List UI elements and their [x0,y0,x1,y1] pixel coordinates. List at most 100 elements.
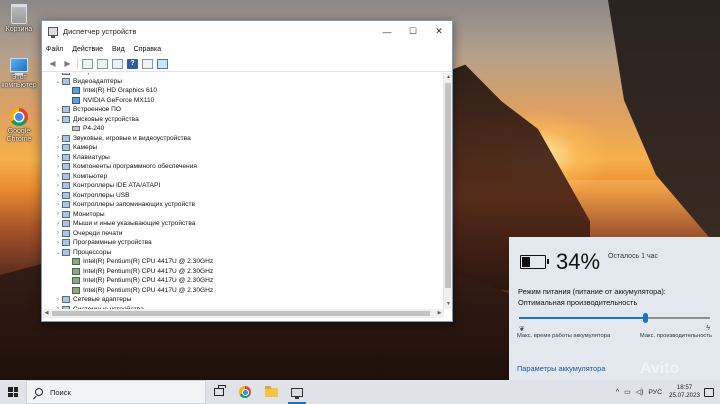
device-category[interactable]: › Контроллеры IDE ATA/ATAPI [42,181,442,191]
device-icon [72,286,80,294]
device-label: Батареи [73,73,98,75]
expand-chevron-icon[interactable]: › [54,297,62,303]
driver-icon[interactable] [142,58,153,69]
volume-icon[interactable]: ◁) [636,388,644,396]
help-icon[interactable]: ? [127,58,138,69]
show-hidden-icons-chevron-icon[interactable]: ^ [616,389,619,396]
device-category[interactable]: ⌄ Видеоадаптеры [42,77,442,87]
device-item[interactable]: Intel(R) Pentium(R) CPU 4417U @ 2.30GHz [42,257,442,267]
device-label: Intel(R) Pentium(R) CPU 4417U @ 2.30GHz [83,258,214,266]
forward-arrow-icon[interactable]: ▶ [62,59,73,69]
device-icon [62,134,70,142]
device-category[interactable]: › Звуковые, игровые и видеоустройства [42,134,442,144]
device-item[interactable]: Intel(R) Pentium(R) CPU 4417U @ 2.30GHz [42,267,442,277]
device-category[interactable]: › Компьютер [42,172,442,182]
device-category[interactable]: › Программные устройства [42,238,442,248]
device-category[interactable]: › Очереди печати [42,229,442,239]
expand-chevron-icon[interactable]: › [54,221,62,227]
device-category[interactable]: › Компоненты программного обеспечения [42,162,442,172]
device-icon [62,201,70,209]
device-label: Клавиатуры [73,153,110,161]
expand-chevron-icon[interactable]: › [54,173,62,179]
folder-icon [264,385,278,397]
expand-chevron-icon[interactable]: › [54,202,62,208]
scroll-left-icon[interactable]: ◀ [42,309,51,318]
title-bar[interactable]: Диспетчер устройств — ☐ ✕ [42,21,452,42]
expand-chevron-icon[interactable]: › [54,145,62,151]
device-label: Компоненты программного обеспечения [73,163,197,171]
device-category[interactable]: › Контроллеры запоминающих устройств [42,200,442,210]
device-category[interactable]: › Сетевые адаптеры [42,295,442,305]
show-hide-tree-icon[interactable] [82,58,93,69]
device-icon [72,126,80,132]
scrollbar-thumb[interactable] [52,311,430,316]
device-item[interactable]: P4-240 [42,124,442,134]
window-title: Диспетчер устройств [63,27,137,36]
clock[interactable]: 18:57 25.07.2023 [669,384,700,400]
minimize-button[interactable]: — [374,21,400,42]
device-label: Мыши и иные указывающие устройства [73,220,196,228]
device-item[interactable]: Intel(R) Pentium(R) CPU 4417U @ 2.30GHz [42,276,442,286]
expand-chevron-icon[interactable]: › [54,73,62,75]
device-item[interactable]: Intel(R) HD Graphics 610 [42,86,442,96]
expand-chevron-icon[interactable]: › [54,135,62,141]
expand-chevron-icon[interactable]: › [54,230,62,236]
device-item[interactable]: NVIDIA GeForce MX110 [42,96,442,106]
device-category[interactable]: ⌄ Процессоры [42,248,442,258]
device-category[interactable]: ⌄ Дисковые устройства [42,115,442,125]
expand-chevron-icon[interactable]: › [54,240,62,246]
slider-handle[interactable] [643,313,649,323]
taskbar-chrome[interactable] [232,380,258,404]
taskbar-search[interactable]: Поиск [26,380,206,404]
desktop-icon-recycle-bin[interactable]: Корзина [0,4,38,34]
menu-file[interactable]: Файл [46,46,63,53]
desktop-icon-chrome[interactable]: Google Chrome [0,108,38,144]
menu-bar: Файл Действие Вид Справка [42,42,452,56]
scroll-up-icon[interactable]: ▲ [444,73,453,82]
expand-chevron-icon[interactable]: ⌄ [54,249,62,256]
expand-chevron-icon[interactable]: › [54,183,62,189]
device-category[interactable]: › Камеры [42,143,442,153]
expand-chevron-icon[interactable]: › [54,164,62,170]
device-item[interactable]: Intel(R) Pentium(R) CPU 4417U @ 2.30GHz [42,286,442,296]
desktop-icon-this-pc[interactable]: Этот компьютер [0,58,38,90]
scroll-down-icon[interactable]: ▼ [444,300,453,309]
desktop-icon-label: Google Chrome [6,128,32,143]
expand-chevron-icon[interactable]: › [54,154,62,160]
horizontal-scrollbar[interactable]: ◀ ▶ [42,309,444,318]
expand-chevron-icon[interactable]: ⌄ [54,78,62,85]
scroll-right-icon[interactable]: ▶ [435,309,444,318]
task-view-button[interactable] [206,380,232,404]
device-category[interactable]: › Клавиатуры [42,153,442,163]
network-icon[interactable]: ▭ [624,388,631,396]
power-mode-label: Режим питания (питание от аккумулятора): [518,287,666,296]
vertical-scrollbar[interactable]: ▲ ▼ [443,73,452,309]
device-category[interactable]: › Мыши и иные указывающие устройства [42,219,442,229]
taskbar-file-explorer[interactable] [258,380,284,404]
menu-help[interactable]: Справка [134,46,161,53]
expand-chevron-icon[interactable]: › [54,211,62,217]
device-category[interactable]: › Контроллеры USB [42,191,442,201]
menu-action[interactable]: Действие [72,46,103,53]
list-view-icon[interactable] [97,58,108,69]
start-button[interactable] [0,380,26,404]
device-category[interactable]: › Встроенное ПО [42,105,442,115]
scrollbar-thumb[interactable] [445,83,451,288]
device-category[interactable]: › Мониторы [42,210,442,220]
expand-chevron-icon[interactable]: › [54,107,62,113]
power-mode-slider[interactable] [519,313,710,323]
device-label: Очереди печати [73,229,123,237]
back-arrow-icon[interactable]: ◀ [47,59,58,69]
scan-hardware-icon[interactable] [157,58,168,69]
properties-icon[interactable] [112,58,123,69]
expand-chevron-icon[interactable]: ⌄ [54,116,62,123]
menu-view[interactable]: Вид [112,46,125,53]
taskbar-device-manager[interactable] [284,380,310,404]
expand-chevron-icon[interactable]: › [54,192,62,198]
battery-percent: 34% [556,249,601,274]
close-button[interactable]: ✕ [426,21,452,42]
maximize-button[interactable]: ☐ [400,21,426,42]
battery-settings-link[interactable]: Параметры аккумулятора [517,364,605,373]
language-indicator[interactable]: РУС [648,389,662,396]
notifications-icon[interactable] [704,387,714,397]
